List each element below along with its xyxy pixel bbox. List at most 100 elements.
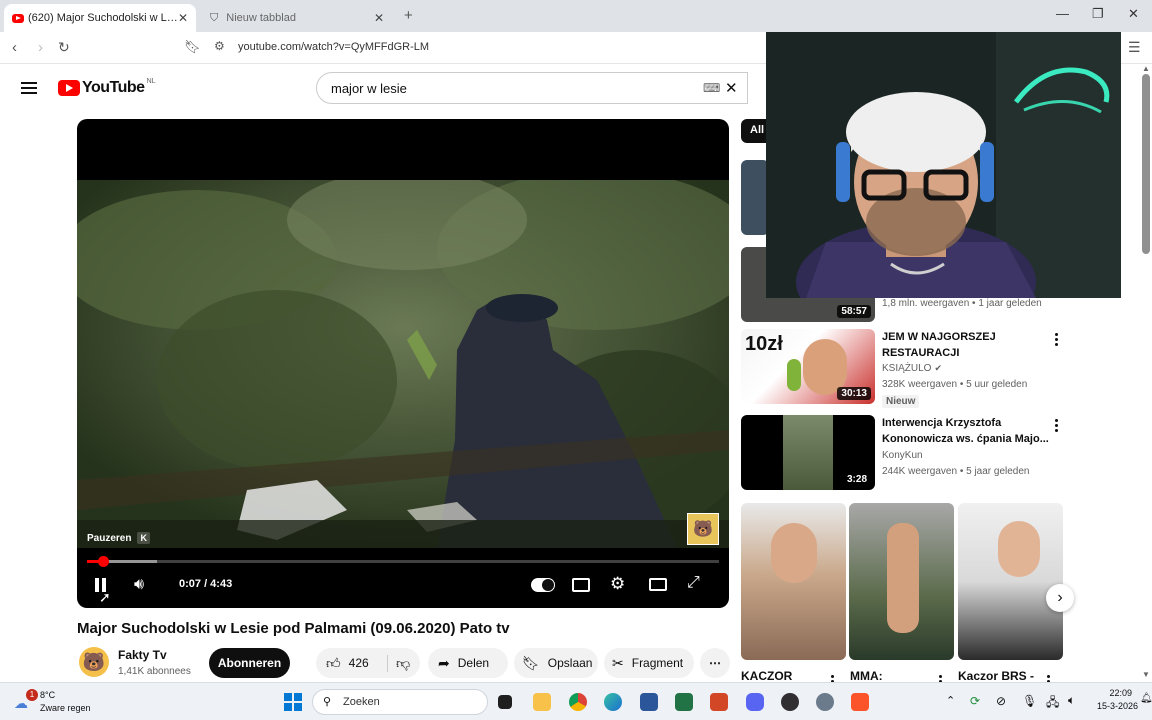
excel-icon[interactable] (675, 693, 693, 711)
restore-icon[interactable]: ❐ (1092, 6, 1104, 22)
channel-watermark[interactable]: 🐻 (687, 513, 719, 545)
duration-badge: 58:57 (837, 305, 871, 318)
tooltip-key: K (137, 532, 150, 544)
microphone-icon[interactable]: 🎙︎ (1022, 694, 1037, 708)
thumbnail-text: 10zł (745, 333, 783, 355)
like-button[interactable]: 👍︎ 426 (316, 654, 388, 672)
close-tab-icon[interactable]: ✕ (374, 11, 384, 25)
volume-tray-icon[interactable]: 🔈︎ (1068, 693, 1075, 708)
obs-icon[interactable] (781, 693, 799, 711)
subscribe-button[interactable]: Abonneren (209, 648, 290, 678)
recommendation-title[interactable]: Interwencja Krzysztofa Kononowicza ws. ć… (882, 415, 1052, 447)
like-dislike-group: 👍︎ 426 👎︎ (316, 648, 420, 678)
start-button[interactable] (284, 693, 302, 711)
chrome-icon[interactable] (569, 693, 587, 711)
tab-new[interactable]: ⛉ Nieuw tabblad ✕ (202, 4, 392, 32)
guide-menu-icon[interactable] (21, 79, 37, 97)
theater-mode-icon[interactable] (649, 578, 667, 591)
youtube-logo[interactable]: YouTube NL (58, 77, 156, 97)
back-icon[interactable]: ‹ (12, 39, 17, 56)
notifications-icon[interactable]: 🔔︎ (1140, 693, 1152, 704)
channel-avatar[interactable]: 🐻 (79, 647, 109, 677)
page-scrollbar[interactable] (1142, 74, 1150, 254)
like-count: 426 (348, 656, 369, 670)
bookmark-icon[interactable]: 🔖︎ (184, 39, 201, 55)
autoplay-toggle[interactable] (531, 578, 555, 592)
new-tab-icon[interactable]: + (404, 7, 413, 24)
edge-icon[interactable] (604, 693, 622, 711)
recommendation-menu-icon[interactable] (1055, 331, 1059, 348)
search-input[interactable]: major w lesie (331, 81, 407, 96)
recommendation-channel[interactable]: KSIĄŻULO ✔ (882, 363, 942, 374)
word-icon[interactable] (640, 693, 658, 711)
taskbar-search[interactable]: ⚲ Zoeken (312, 689, 488, 715)
minimize-icon[interactable]: — (1056, 6, 1069, 21)
notification-badge: 1 (26, 689, 38, 701)
volume-icon[interactable]: 🔊︎ (134, 576, 144, 594)
short-thumbnail[interactable] (958, 503, 1063, 660)
shield-icon: ⛉ (210, 11, 219, 24)
url-field[interactable]: youtube.com/watch?v=QyMFFdGR-LM (238, 41, 429, 53)
clip-button[interactable]: ✂ Fragment (604, 648, 694, 678)
progress-scrubber[interactable] (97, 556, 109, 567)
clip-label: Fragment (631, 656, 684, 670)
recommendation-thumbnail[interactable]: 3:28 (741, 415, 875, 490)
thumbnail-pickle (787, 359, 801, 391)
discord-icon[interactable] (746, 693, 764, 711)
tray-app-icon[interactable]: ⊘ (996, 694, 1006, 708)
tab-title: Nieuw tabblad (226, 12, 296, 24)
save-button[interactable]: 🔖︎ Opslaan (514, 648, 598, 678)
recommendation-title[interactable]: JEM W NAJGORSZEJ RESTAURACJI (882, 329, 1032, 361)
short-thumbnail[interactable] (849, 503, 954, 660)
search-box[interactable]: major w lesie ⌨ ✕ (316, 72, 748, 104)
settings-app-icon[interactable] (816, 693, 834, 711)
youtube-favicon-icon (12, 13, 24, 23)
share-button[interactable]: ➦ Delen (428, 648, 508, 678)
file-explorer-icon[interactable] (533, 693, 551, 711)
chip-label: All (750, 124, 765, 136)
region-code: NL (146, 77, 156, 85)
brave-icon[interactable] (851, 693, 869, 711)
tray-app-icon[interactable]: ⟳ (970, 694, 980, 708)
menu-icon[interactable]: ☰ (1128, 39, 1141, 56)
scroll-up-icon[interactable]: ▲ (1142, 64, 1150, 73)
more-actions-button[interactable]: ⋯ (700, 648, 730, 678)
subscribe-label: Abonneren (217, 656, 282, 670)
fullscreen-icon[interactable]: ⤢ (687, 574, 700, 592)
keyboard-icon[interactable]: ⌨ (703, 81, 720, 95)
recommendation-thumbnail[interactable]: 10zł 30:13 (741, 329, 875, 404)
close-window-icon[interactable]: ✕ (1128, 6, 1139, 22)
thumbs-up-icon: 👍︎ (326, 654, 341, 671)
thumbnail-face (771, 523, 817, 583)
progress-bar[interactable] (87, 556, 719, 567)
task-view-icon[interactable] (498, 695, 512, 709)
share-label: Delen (457, 656, 490, 670)
recommendation-meta: 328K weergaven • 5 uur geleden (882, 379, 1028, 390)
site-settings-icon[interactable]: ⚙︎ (214, 39, 225, 53)
tray-chevron-icon[interactable]: ⌃ (946, 694, 955, 707)
recommendation-thumbnail[interactable] (741, 160, 769, 235)
forward-icon[interactable]: › (38, 39, 43, 56)
settings-icon[interactable]: ⚙︎ (610, 574, 625, 594)
duration-badge: 3:28 (842, 473, 871, 486)
subtitles-icon[interactable] (572, 578, 590, 592)
channel-name[interactable]: Fakty Tv (118, 648, 167, 662)
recommendation-menu-icon[interactable] (1055, 417, 1059, 434)
video-player[interactable]: Pauzeren K 🐻 ➚ 🔊︎ 0:07 / 4:43 ⚙︎ ⤢ (77, 119, 729, 608)
clock-date[interactable]: 15-3-2026 (1088, 701, 1138, 711)
clock-time[interactable]: 22:09 (1096, 688, 1132, 698)
close-tab-icon[interactable]: ✕ (178, 11, 188, 25)
recommendation-channel[interactable]: KonyKun (882, 450, 923, 461)
dislike-button[interactable]: 👎︎ (388, 655, 410, 672)
tab-active[interactable]: (620) Major Suchodolski w Lesie pod Palm… (4, 4, 196, 32)
clear-search-icon[interactable]: ✕ (725, 79, 738, 97)
video-frame[interactable] (77, 180, 729, 548)
browser-tab-bar: (620) Major Suchodolski w Lesie pod Palm… (0, 0, 1152, 32)
scroll-down-icon[interactable]: ▼ (1142, 670, 1150, 679)
reload-icon[interactable]: ↻ (58, 39, 70, 56)
network-icon[interactable]: 🖧 (1046, 693, 1059, 714)
powerpoint-icon[interactable] (710, 693, 728, 711)
shorts-next-button[interactable]: › (1046, 584, 1074, 612)
short-thumbnail[interactable] (741, 503, 846, 660)
tab-title: (620) Major Suchodolski w Lesie pod Palm… (28, 12, 178, 24)
